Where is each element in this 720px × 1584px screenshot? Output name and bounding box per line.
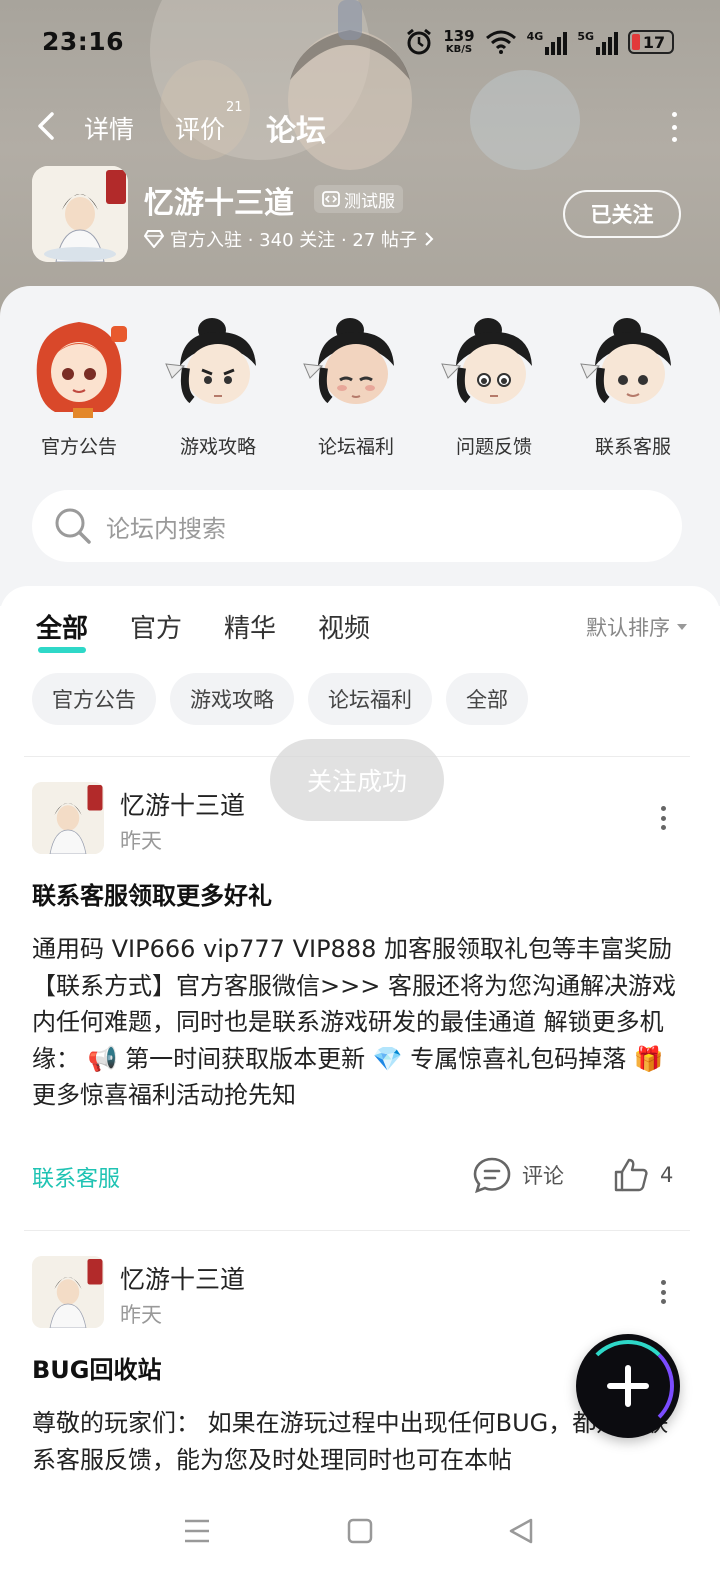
- post-time: 昨天: [120, 829, 162, 853]
- chevron-right-icon: [425, 232, 434, 246]
- like-button[interactable]: 4: [612, 1156, 673, 1194]
- post-title[interactable]: 联系客服领取更多好礼: [32, 876, 272, 911]
- network-speed-value: 139: [443, 27, 475, 45]
- tab-forum[interactable]: 论坛: [266, 106, 326, 150]
- comment-icon: [473, 1157, 511, 1194]
- status-icons: 139 KB/S 4G 5G 17: [405, 28, 674, 56]
- plus-icon: [607, 1365, 649, 1407]
- filter-tab-official[interactable]: 官方: [130, 608, 182, 645]
- more-options-icon[interactable]: [670, 112, 678, 142]
- post-more-icon[interactable]: [660, 806, 666, 830]
- code-icon: [322, 191, 340, 207]
- status-time: 23:16: [42, 27, 125, 56]
- game-title: 忆游十三道: [144, 186, 294, 221]
- sort-dropdown[interactable]: 默认排序: [586, 612, 688, 642]
- thumbs-up-icon: [614, 1158, 648, 1192]
- battery-level: 17: [642, 32, 666, 52]
- category-official-announcements[interactable]: 官方公告: [19, 308, 139, 459]
- status-bar: 23:16 139 KB/S 4G 5G 17: [0, 0, 720, 84]
- category-customer-service[interactable]: 联系客服: [573, 308, 693, 459]
- create-post-button[interactable]: [576, 1334, 680, 1438]
- like-count: 4: [660, 1163, 674, 1187]
- sort-label: 默认排序: [586, 616, 670, 640]
- post-author-name[interactable]: 忆游十三道: [120, 786, 245, 822]
- filter-tabs: 全部 官方 精华 视频: [36, 608, 370, 653]
- category-avatar: [162, 308, 274, 420]
- filter-tab-video[interactable]: 视频: [318, 608, 370, 645]
- category-forum-benefits[interactable]: 论坛福利: [296, 308, 416, 459]
- chip-forum-benefits[interactable]: 论坛福利: [308, 673, 432, 725]
- diamond-icon: [144, 230, 164, 248]
- category-avatar: [438, 308, 550, 420]
- network-speed-unit: KB/S: [445, 44, 473, 55]
- category-label: 官方公告: [40, 436, 117, 458]
- back-nav-icon[interactable]: [496, 1506, 546, 1556]
- game-icon[interactable]: [32, 166, 128, 262]
- signal-4g-label: 4G: [526, 29, 544, 43]
- reviews-count-badge: 21: [226, 100, 243, 115]
- category-label: 游戏攻略: [179, 436, 256, 458]
- post-author-avatar[interactable]: [32, 1256, 104, 1328]
- post-more-icon[interactable]: [660, 1280, 666, 1304]
- search-icon: [55, 508, 91, 544]
- post-title[interactable]: BUG回收站: [32, 1350, 161, 1385]
- tab-details[interactable]: 详情: [84, 110, 134, 146]
- category-feedback[interactable]: 问题反馈: [434, 308, 554, 459]
- category-label: 联系客服: [594, 436, 671, 458]
- search-placeholder: 论坛内搜索: [106, 514, 226, 543]
- post-time: 昨天: [120, 1303, 162, 1327]
- wifi-icon: [485, 30, 516, 54]
- caret-down-icon: [677, 624, 687, 630]
- network-speed: 139 KB/S: [443, 27, 475, 56]
- test-server-label: 测试服: [344, 191, 395, 212]
- signal-5g-icon: 5G: [577, 30, 618, 55]
- category-label: 论坛福利: [317, 436, 394, 458]
- chip-game-guides[interactable]: 游戏攻略: [170, 673, 294, 725]
- chip-official-announcements[interactable]: 官方公告: [32, 673, 156, 725]
- chip-all[interactable]: 全部: [446, 673, 528, 725]
- signal-5g-label: 5G: [577, 29, 594, 43]
- post-author-avatar[interactable]: [32, 782, 104, 854]
- forum-search-input[interactable]: 论坛内搜索: [32, 490, 682, 562]
- comment-button[interactable]: 评论: [472, 1156, 564, 1194]
- category-label: 问题反馈: [455, 436, 532, 458]
- category-avatar: [23, 308, 135, 420]
- tab-reviews[interactable]: 评价: [175, 110, 225, 146]
- toast-message: 关注成功: [270, 739, 444, 821]
- menu-icon[interactable]: [172, 1506, 222, 1556]
- test-server-badge: 测试服: [314, 185, 403, 213]
- post-author-name[interactable]: 忆游十三道: [120, 1260, 245, 1296]
- follow-button[interactable]: 已关注: [563, 190, 681, 238]
- post-tag-link[interactable]: 联系客服: [32, 1161, 120, 1193]
- filter-tab-all[interactable]: 全部: [36, 608, 88, 653]
- divider: [24, 1230, 690, 1231]
- category-avatar: [577, 308, 689, 420]
- category-shortcuts: 官方公告 游戏攻略 论坛福利 问题反馈 联系客服: [0, 308, 720, 468]
- category-avatar: [300, 308, 412, 420]
- game-meta-text: 官方入驻 · 340 关注 · 27 帖子: [170, 230, 418, 251]
- post-body[interactable]: 通用码 VIP666 vip777 VIP888 加客服领取礼包等丰富奖励 【联…: [32, 931, 682, 1114]
- game-meta[interactable]: 官方入驻 · 340 关注 · 27 帖子: [144, 226, 435, 252]
- top-nav: 详情 评价 21 论坛: [0, 100, 720, 154]
- filter-tab-featured[interactable]: 精华: [224, 608, 276, 645]
- header-background: 23:16 139 KB/S 4G 5G 17 详情 评价 21 论坛 忆游十三…: [0, 0, 720, 330]
- back-icon[interactable]: [30, 106, 64, 146]
- category-game-guides[interactable]: 游戏攻略: [158, 308, 278, 459]
- battery-icon: 17: [628, 30, 674, 54]
- tag-chips: 官方公告 游戏攻略 论坛福利 全部: [32, 673, 528, 725]
- alarm-icon: [407, 28, 432, 55]
- comment-label: 评论: [522, 1164, 564, 1188]
- system-nav-bar: [0, 1484, 720, 1584]
- home-icon[interactable]: [335, 1506, 385, 1556]
- signal-4g-icon: 4G: [527, 30, 568, 55]
